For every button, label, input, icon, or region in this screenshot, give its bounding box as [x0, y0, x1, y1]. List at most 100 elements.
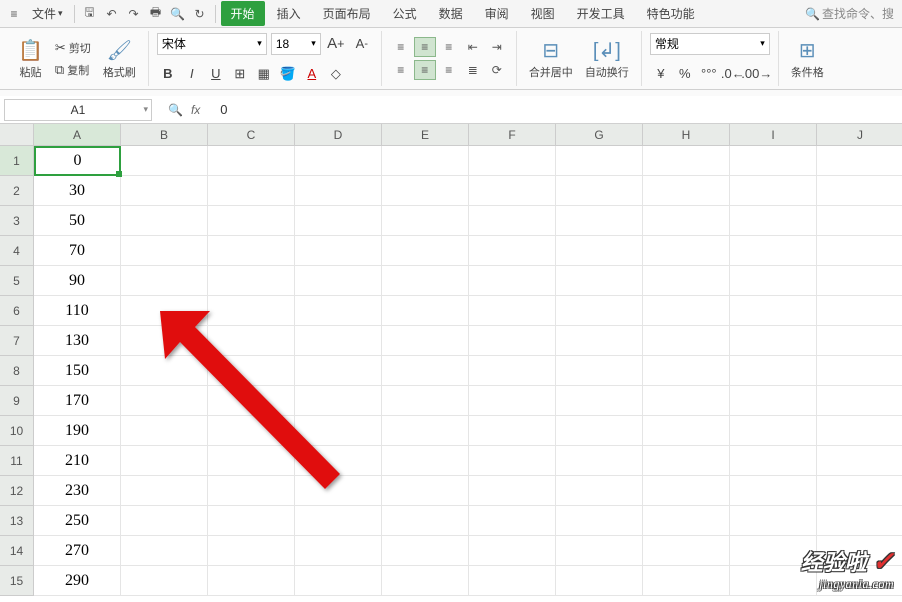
align-left-button[interactable]: ≡ [390, 60, 412, 80]
cell[interactable] [556, 506, 643, 536]
conditional-format-button[interactable]: ⊞ 条件格 [787, 36, 828, 82]
row-header[interactable]: 4 [0, 236, 34, 266]
cell[interactable] [208, 416, 295, 446]
cell[interactable]: 170 [34, 386, 121, 416]
copy-button[interactable]: ⧉复制 [51, 60, 95, 80]
fill-color-button[interactable]: 🪣 [277, 63, 299, 85]
cell-style-button[interactable]: ▦ [253, 63, 275, 85]
cell[interactable] [295, 506, 382, 536]
cell[interactable] [817, 386, 902, 416]
cell[interactable] [121, 236, 208, 266]
cell[interactable] [730, 476, 817, 506]
cell[interactable] [643, 146, 730, 176]
cell[interactable] [295, 176, 382, 206]
cell[interactable] [121, 146, 208, 176]
cell[interactable] [730, 356, 817, 386]
cell[interactable] [121, 386, 208, 416]
cell[interactable] [208, 176, 295, 206]
formula-input[interactable]: 0 [212, 102, 902, 117]
cell[interactable] [817, 446, 902, 476]
cell[interactable] [382, 356, 469, 386]
cell[interactable] [643, 176, 730, 206]
column-header[interactable]: C [208, 124, 295, 146]
column-header[interactable]: A [34, 124, 121, 146]
cell[interactable] [643, 356, 730, 386]
cell[interactable] [469, 206, 556, 236]
cell[interactable] [556, 296, 643, 326]
refresh-icon[interactable]: ↻ [190, 4, 210, 24]
tab-view[interactable]: 视图 [521, 1, 565, 26]
tab-page-layout[interactable]: 页面布局 [313, 1, 381, 26]
cell[interactable] [295, 566, 382, 596]
cell[interactable] [817, 266, 902, 296]
cell[interactable] [469, 566, 556, 596]
cell[interactable] [817, 146, 902, 176]
cell[interactable] [556, 206, 643, 236]
row-header[interactable]: 13 [0, 506, 34, 536]
cell[interactable] [817, 236, 902, 266]
cell[interactable] [121, 536, 208, 566]
underline-button[interactable]: U [205, 63, 227, 85]
cell[interactable]: 290 [34, 566, 121, 596]
cell[interactable] [382, 416, 469, 446]
cell[interactable] [643, 326, 730, 356]
cell[interactable]: 50 [34, 206, 121, 236]
zoom-icon[interactable]: 🔍 [168, 103, 183, 117]
number-format-select[interactable]: 常规▾ [650, 33, 770, 55]
cell[interactable] [556, 446, 643, 476]
cell[interactable] [643, 386, 730, 416]
bold-button[interactable]: B [157, 63, 179, 85]
cell[interactable] [382, 476, 469, 506]
row-header[interactable]: 8 [0, 356, 34, 386]
cell[interactable] [121, 416, 208, 446]
file-menu[interactable]: 文件 ▾ [26, 3, 69, 24]
cell[interactable] [121, 506, 208, 536]
tab-formula[interactable]: 公式 [383, 1, 427, 26]
align-bottom-button[interactable]: ≡ [438, 37, 460, 57]
cell[interactable] [730, 386, 817, 416]
cell[interactable] [469, 506, 556, 536]
cell[interactable] [208, 296, 295, 326]
cell[interactable] [382, 536, 469, 566]
cell[interactable] [817, 326, 902, 356]
cell[interactable] [295, 326, 382, 356]
cell[interactable] [295, 386, 382, 416]
cell[interactable]: 270 [34, 536, 121, 566]
cell[interactable] [295, 236, 382, 266]
tab-data[interactable]: 数据 [429, 1, 473, 26]
cell[interactable] [643, 476, 730, 506]
cell[interactable] [730, 506, 817, 536]
row-header[interactable]: 7 [0, 326, 34, 356]
cell[interactable] [643, 416, 730, 446]
cell[interactable] [382, 386, 469, 416]
row-header[interactable]: 3 [0, 206, 34, 236]
cell[interactable] [556, 356, 643, 386]
cell[interactable] [643, 506, 730, 536]
select-all-corner[interactable] [0, 124, 34, 146]
clear-format-button[interactable]: ◇ [325, 63, 347, 85]
cell[interactable] [382, 296, 469, 326]
wrap-text-button[interactable]: [↲] 自动换行 [581, 36, 633, 82]
cell[interactable] [382, 236, 469, 266]
cell[interactable] [121, 356, 208, 386]
cell[interactable] [556, 176, 643, 206]
cell[interactable] [556, 536, 643, 566]
row-header[interactable]: 10 [0, 416, 34, 446]
cell[interactable]: 130 [34, 326, 121, 356]
row-header[interactable]: 6 [0, 296, 34, 326]
cell[interactable] [469, 476, 556, 506]
cell[interactable]: 70 [34, 236, 121, 266]
cell[interactable] [295, 446, 382, 476]
tab-insert[interactable]: 插入 [267, 1, 311, 26]
row-header[interactable]: 2 [0, 176, 34, 206]
cell[interactable] [556, 416, 643, 446]
cell[interactable] [208, 476, 295, 506]
row-header[interactable]: 9 [0, 386, 34, 416]
cell[interactable] [643, 296, 730, 326]
cell[interactable] [121, 176, 208, 206]
percent-button[interactable]: % [674, 63, 696, 85]
column-header[interactable]: J [817, 124, 902, 146]
cell[interactable] [208, 356, 295, 386]
row-header[interactable]: 14 [0, 536, 34, 566]
cell[interactable] [643, 266, 730, 296]
